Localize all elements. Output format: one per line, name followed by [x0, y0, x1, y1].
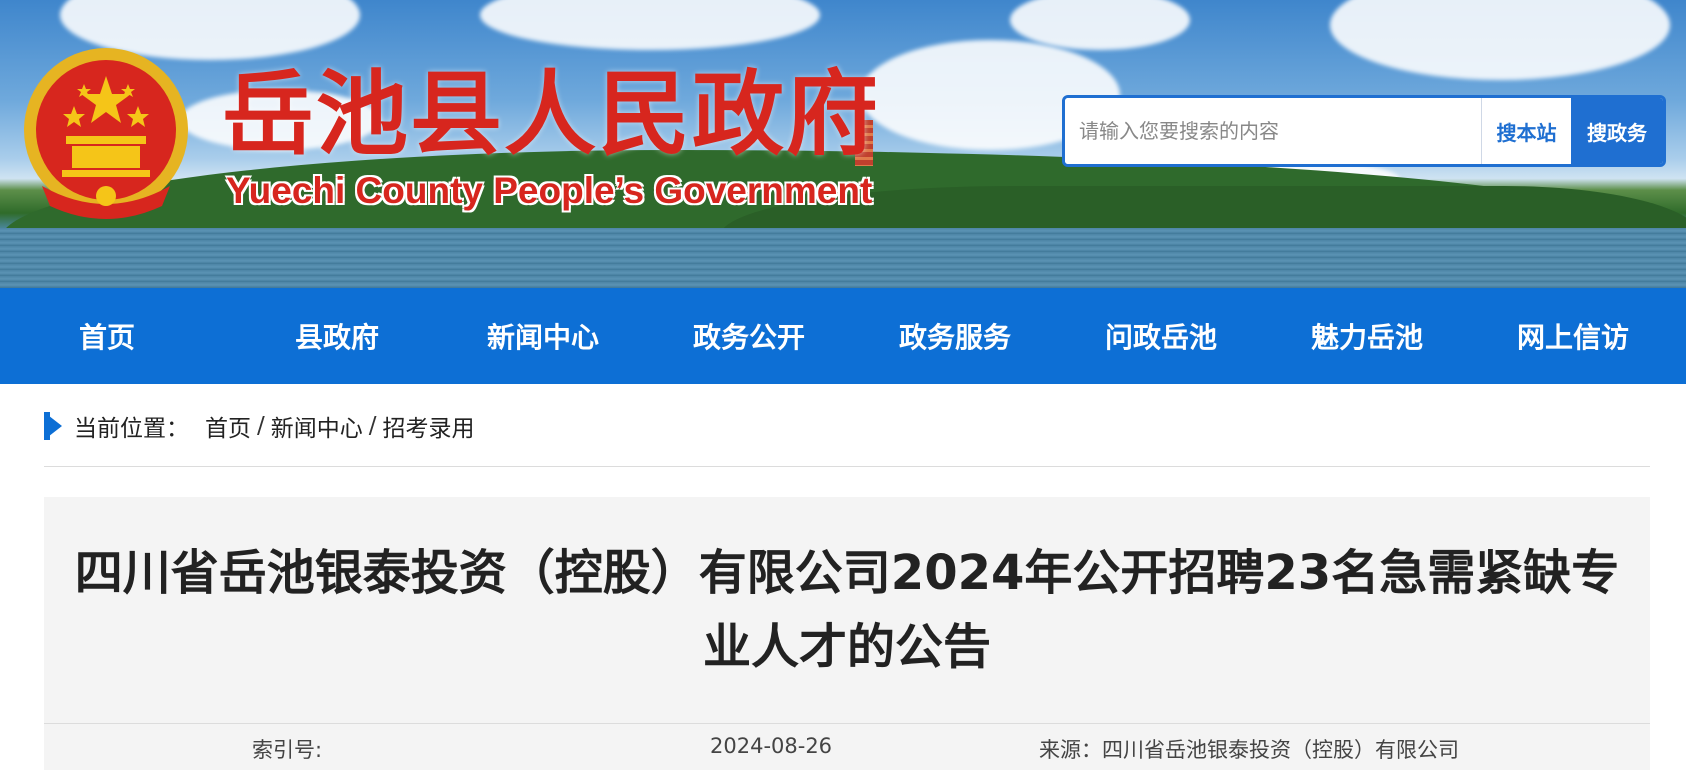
nav-item-ask-government[interactable]: 问政岳池	[1058, 316, 1264, 356]
breadcrumb-home[interactable]: 首页	[205, 409, 251, 443]
banner-cloud	[480, 0, 820, 50]
nav-item-government-services[interactable]: 政务服务	[852, 316, 1058, 356]
site-title: 岳池县人民政府	[222, 60, 881, 168]
article-date: 2024-08-26	[710, 734, 833, 758]
header-banner: 岳池县人民政府 Yuechi County People’s Governmen…	[0, 0, 1686, 288]
search-input[interactable]	[1065, 98, 1481, 164]
national-emblem-icon	[24, 48, 188, 219]
breadcrumb-separator: /	[368, 413, 377, 439]
nav-item-home[interactable]: 首页	[0, 316, 234, 356]
breadcrumb-news-center[interactable]: 新闻中心	[271, 409, 363, 443]
article-index-label: 索引号:	[252, 738, 323, 762]
article-source: 来源：四川省岳池银泰投资（控股）有限公司	[1039, 738, 1459, 762]
nav-item-charm-yuechi[interactable]: 魅力岳池	[1264, 316, 1470, 356]
search-site-button[interactable]: 搜本站	[1481, 98, 1571, 164]
location-marker-icon	[44, 412, 62, 440]
site-subtitle: Yuechi County People’s Government	[226, 170, 873, 211]
article-title: 四川省岳池银泰投资（控股）有限公司2024年公开招聘23名急需紧缺专业人才的公告	[74, 545, 1620, 675]
breadcrumb: 当前位置： 首页 / 新闻中心 / 招考录用	[44, 408, 475, 444]
nav-item-government-affairs-open[interactable]: 政务公开	[646, 316, 852, 356]
breadcrumb-label: 当前位置：	[74, 416, 189, 442]
nav-item-news-center[interactable]: 新闻中心	[440, 316, 646, 356]
search-box: 搜本站 搜政务	[1062, 95, 1666, 167]
search-gov-button[interactable]: 搜政务	[1571, 98, 1663, 164]
nav-item-county-government[interactable]: 县政府	[234, 316, 440, 356]
nav-item-online-petition[interactable]: 网上信访	[1470, 316, 1676, 356]
breadcrumb-separator: /	[257, 413, 265, 439]
banner-cloud	[1010, 0, 1190, 50]
article-header: 四川省岳池银泰投资（控股）有限公司2024年公开招聘23名急需紧缺专业人才的公告	[44, 497, 1650, 723]
main-nav: 首页 县政府 新闻中心 政务公开 政务服务 问政岳池 魅力岳池 网上信访	[0, 288, 1686, 384]
banner-cloud	[1330, 0, 1670, 80]
breadcrumb-recruitment[interactable]: 招考录用	[383, 409, 475, 443]
article-meta: 索引号: 2024-08-26 来源：四川省岳池银泰投资（控股）有限公司	[44, 723, 1650, 770]
breadcrumb-divider	[44, 466, 1650, 467]
banner-lake	[0, 228, 1686, 288]
